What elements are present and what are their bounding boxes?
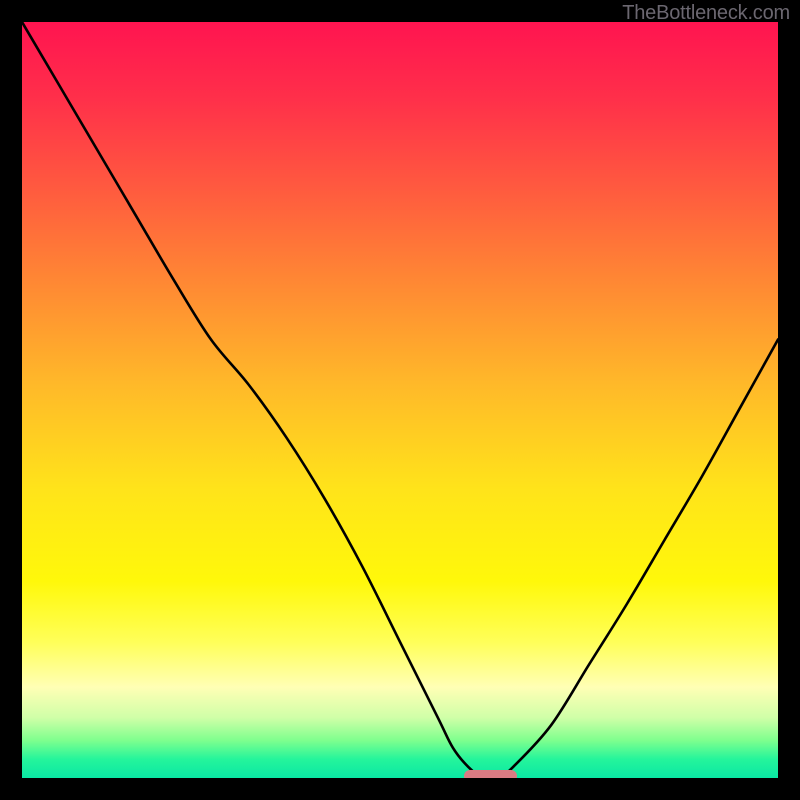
- chart-frame: TheBottleneck.com: [0, 0, 800, 800]
- plot-area: [22, 22, 778, 778]
- attribution-text: TheBottleneck.com: [622, 2, 790, 25]
- bottleneck-curve: [22, 22, 778, 778]
- optimum-marker: [464, 770, 517, 778]
